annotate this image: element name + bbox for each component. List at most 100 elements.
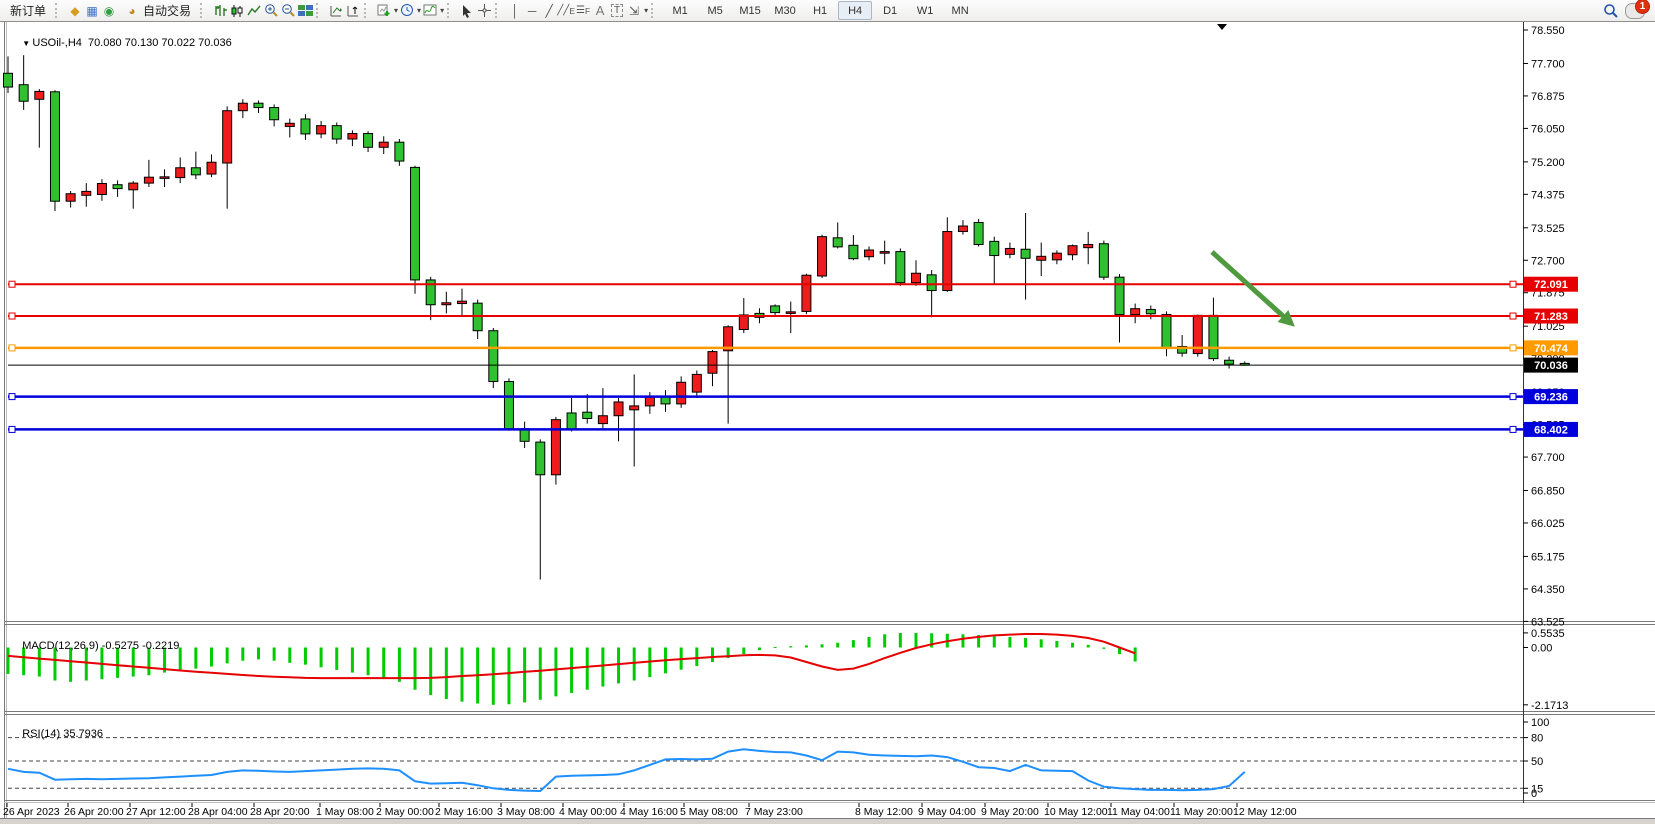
level-handle[interactable] <box>9 313 15 319</box>
macd-histogram-bar <box>414 648 417 690</box>
time-tick-label: 9 May 20:00 <box>981 806 1039 818</box>
data-window-icon[interactable]: ▦ <box>84 3 100 19</box>
time-tick-label: 28 Apr 20:00 <box>250 806 310 818</box>
candle-body <box>818 237 827 276</box>
macd-histogram-bar <box>429 648 432 696</box>
new-chart-caret-icon[interactable]: ▾ <box>394 6 398 15</box>
toolbar-grip <box>495 3 504 18</box>
macd-histogram-bar <box>273 648 276 661</box>
candlestick-type-icon[interactable] <box>229 3 245 19</box>
search-icon[interactable] <box>1603 3 1619 19</box>
candle-body <box>50 92 59 201</box>
macd-histogram-bar <box>507 648 510 705</box>
level-handle[interactable] <box>9 394 15 400</box>
macd-histogram-bar <box>836 643 839 648</box>
strategy-tester-icon[interactable]: ◉ <box>101 3 117 19</box>
new-chart-icon[interactable] <box>376 3 392 19</box>
indicators-icon[interactable] <box>422 3 438 19</box>
fibonacci-tool-icon[interactable]: ☰F <box>575 3 591 19</box>
level-handle[interactable] <box>1510 313 1516 319</box>
macd-histogram-bar <box>852 640 855 647</box>
price-tick-label: 75.200 <box>1531 157 1565 169</box>
level-handle[interactable] <box>9 345 15 351</box>
chart-shift-icon[interactable] <box>345 3 361 19</box>
time-tick-label: 11 May 20:00 <box>1170 806 1233 818</box>
tab-timeframe-m30[interactable]: M30 <box>768 1 802 20</box>
candle-body <box>880 252 889 254</box>
candle-body <box>865 250 874 257</box>
macd-histogram-bar <box>147 648 150 676</box>
candle-body <box>379 142 388 147</box>
crosshair-tool-icon[interactable] <box>476 3 492 19</box>
chart-canvas[interactable]: 78.55077.70076.87576.05075.20074.37573.5… <box>0 0 1655 824</box>
candle-body <box>489 331 498 382</box>
candle-body <box>82 191 91 195</box>
text-tool-icon[interactable]: A <box>592 3 608 19</box>
price-badge-label: 69.236 <box>1534 392 1568 404</box>
period-caret-icon[interactable]: ▾ <box>417 6 421 15</box>
level-handle[interactable] <box>1510 394 1516 400</box>
auto-trading-icon: ◕ <box>124 3 140 19</box>
price-tick-label: 72.700 <box>1531 255 1565 267</box>
line-chart-type-icon[interactable] <box>246 3 262 19</box>
tile-windows-icon[interactable] <box>297 3 313 19</box>
channel-tool-icon[interactable]: ╱╱E <box>558 3 574 19</box>
macd-histogram-bar <box>351 648 354 673</box>
candle-body <box>958 226 967 232</box>
arrows-tool-icon[interactable]: ⇲ <box>626 3 642 19</box>
vertical-line-tool-icon[interactable]: │ <box>507 3 523 19</box>
candle-body <box>614 402 623 416</box>
toolbar-grip <box>55 3 64 18</box>
macd-histogram-bar <box>7 648 10 674</box>
notifications-icon[interactable]: 1 <box>1625 3 1645 19</box>
toolbar-grip <box>651 3 660 18</box>
candle-body <box>35 91 44 99</box>
level-handle[interactable] <box>1510 426 1516 432</box>
macd-histogram-bar <box>633 648 636 681</box>
candle-body <box>317 126 326 134</box>
arrows-caret-icon[interactable]: ▾ <box>644 6 648 15</box>
auto-scroll-icon[interactable] <box>328 3 344 19</box>
level-handle[interactable] <box>9 426 15 432</box>
tab-timeframe-m15[interactable]: M15 <box>733 1 767 20</box>
new-order-button[interactable]: 新订单 <box>4 1 52 20</box>
tab-timeframe-h1[interactable]: H1 <box>803 1 837 20</box>
bar-chart-type-icon[interactable] <box>212 3 228 19</box>
tab-timeframe-m1[interactable]: M1 <box>663 1 697 20</box>
main-toolbar: 新订单 ◆ ▦ ◉ ◕ 自动交易 <box>0 0 1655 22</box>
auto-trading-button[interactable]: ◕ 自动交易 <box>118 1 197 20</box>
trendline-tool-icon[interactable]: ╱ <box>541 3 557 19</box>
macd-histogram-bar <box>257 648 260 660</box>
candle-body <box>207 162 216 174</box>
candle-body <box>786 312 795 314</box>
text-label-tool-icon[interactable]: T <box>609 3 625 19</box>
market-watch-icon[interactable]: ◆ <box>67 3 83 19</box>
macd-tick-label: 0.00 <box>1531 643 1552 655</box>
time-tick-label: 8 May 12:00 <box>855 806 913 818</box>
zoom-out-icon[interactable] <box>280 3 296 19</box>
macd-histogram-bar <box>1134 648 1137 662</box>
macd-tick-label: 0.5535 <box>1531 628 1565 640</box>
zoom-in-icon[interactable] <box>263 3 279 19</box>
macd-tick-label: -2.1713 <box>1531 700 1568 712</box>
period-clock-icon[interactable] <box>399 3 415 19</box>
level-handle[interactable] <box>1510 345 1516 351</box>
macd-histogram-bar <box>1040 639 1043 647</box>
horizontal-line-tool-icon[interactable]: ─ <box>524 3 540 19</box>
tab-timeframe-mn[interactable]: MN <box>943 1 977 20</box>
macd-histogram-bar <box>586 648 589 690</box>
tab-timeframe-d1[interactable]: D1 <box>873 1 907 20</box>
tab-timeframe-w1[interactable]: W1 <box>908 1 942 20</box>
candle-body <box>348 134 357 140</box>
candle-body <box>771 306 780 313</box>
rsi-tick-label: 0 <box>1531 788 1537 800</box>
cursor-tool-icon[interactable] <box>459 3 475 19</box>
time-tick-label: 4 May 00:00 <box>559 806 617 818</box>
level-handle[interactable] <box>1510 281 1516 287</box>
tab-timeframe-m5[interactable]: M5 <box>698 1 732 20</box>
level-handle[interactable] <box>9 281 15 287</box>
tab-timeframe-h4[interactable]: H4 <box>838 1 872 20</box>
indicators-caret-icon[interactable]: ▾ <box>440 6 444 15</box>
text-label-glyph: T <box>611 4 623 17</box>
time-tick-label: 28 Apr 04:00 <box>188 806 248 818</box>
